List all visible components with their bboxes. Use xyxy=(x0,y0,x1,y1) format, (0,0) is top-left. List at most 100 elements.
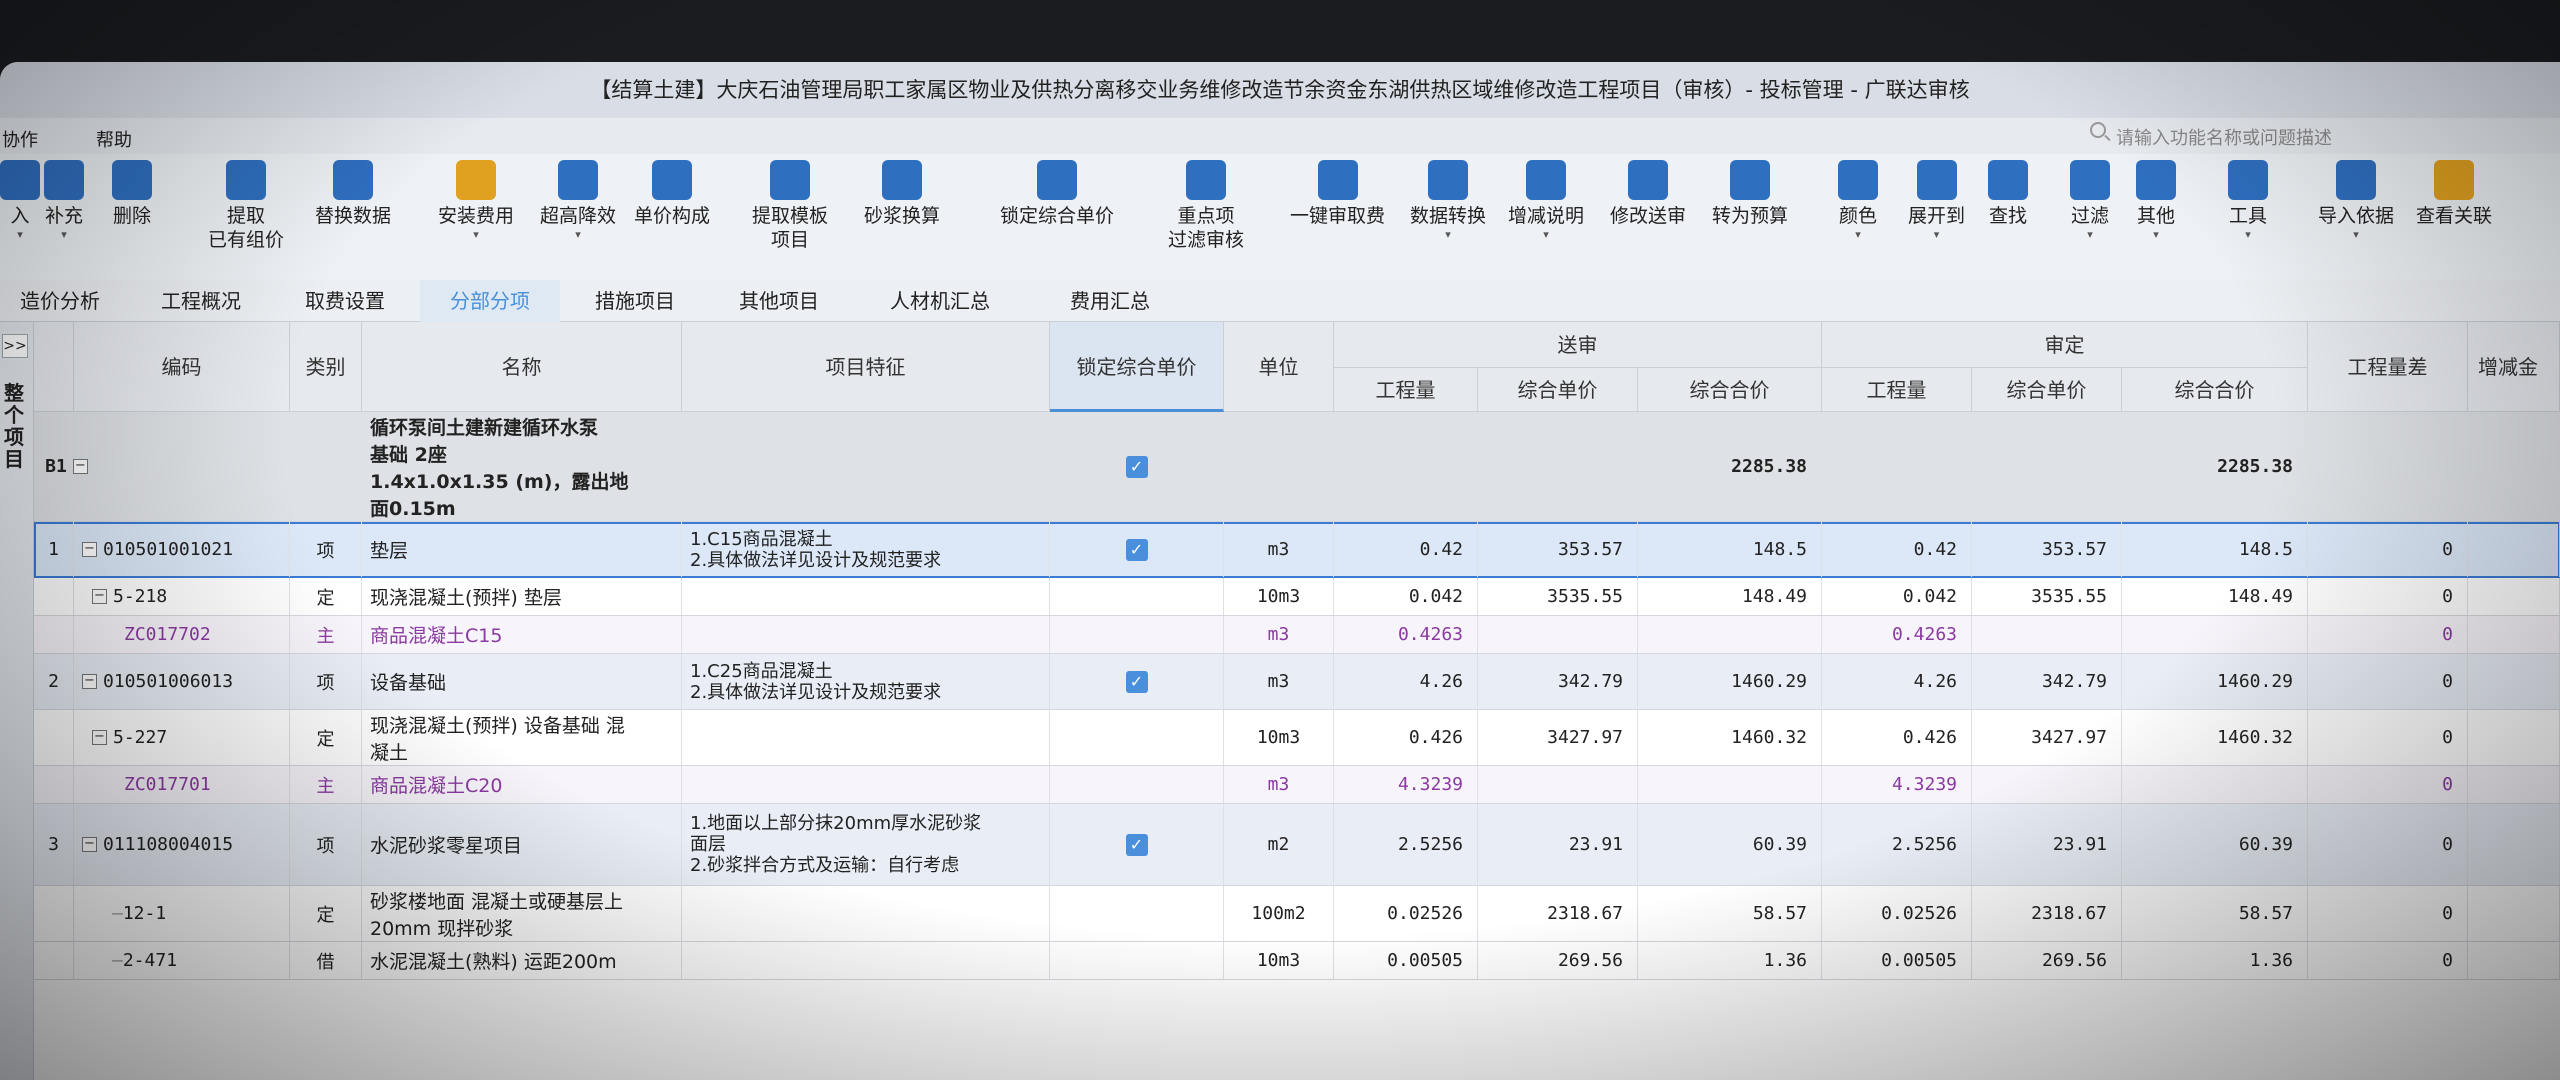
table-row[interactable]: ZC017702 主 商品混凝土C15 m3 0.4263 0.4263 0 xyxy=(34,616,2560,654)
cell-code[interactable]: — 12-1 xyxy=(74,886,290,941)
cell-code[interactable]: −010501006013 xyxy=(74,654,290,709)
tool-import-basis-button[interactable]: 导入依据 ▾ xyxy=(2318,160,2394,242)
cell-code[interactable]: ZC017702 xyxy=(74,616,290,653)
header-approved-total[interactable]: 综合合价 xyxy=(2122,368,2308,412)
chevron-down-icon[interactable]: ▾ xyxy=(1908,228,1965,242)
cell-name[interactable]: 水泥砂浆零星项目 xyxy=(362,804,682,885)
tool-install-fee-button[interactable]: 安装费用 ▾ xyxy=(438,160,514,242)
table-row[interactable]: 3 −011108004015 项 水泥砂浆零星项目 1.地面以上部分抹20mm厚水泥砂… xyxy=(34,804,2560,886)
tab-4[interactable]: 措施项目 xyxy=(570,280,700,322)
table-row[interactable]: B1− 循环泵间土建新建循环水泵 基础 2座 1.4x1.0x1.35 (m)，露… xyxy=(34,412,2560,522)
collapse-icon[interactable]: − xyxy=(82,542,97,557)
tool-to-budget-button[interactable]: 转为预算 xyxy=(1712,160,1788,228)
chevron-down-icon[interactable]: ▾ xyxy=(2318,228,2394,242)
checkbox-icon[interactable]: ✓ xyxy=(1125,833,1148,856)
tool-filter-button[interactable]: 过滤 ▾ xyxy=(2070,160,2110,242)
cell-lock[interactable]: ✓ xyxy=(1050,804,1224,885)
cell-name[interactable]: 商品混凝土C20 xyxy=(362,766,682,803)
tool-audit-fee-button[interactable]: 一键审取费 xyxy=(1290,160,1385,228)
table-row[interactable]: −5-227 定 现浇混凝土(预拌) 设备基础 混 凝土 10m3 0.426 3427.… xyxy=(34,710,2560,766)
cell-name[interactable]: 商品混凝土C15 xyxy=(362,616,682,653)
cell-name[interactable]: 垫层 xyxy=(362,522,682,577)
header-type[interactable]: 类别 xyxy=(290,322,362,412)
tab-0[interactable]: 造价分析 xyxy=(0,280,120,322)
tool-trash-button[interactable]: 删除 xyxy=(112,160,152,228)
cell-lock[interactable] xyxy=(1050,616,1224,653)
tool-expand-button[interactable]: 展开到 ▾ xyxy=(1908,160,1965,242)
collapse-icon[interactable]: − xyxy=(82,674,97,689)
tab-7[interactable]: 费用汇总 xyxy=(1040,280,1180,322)
header-unit[interactable]: 单位 xyxy=(1224,322,1334,412)
tool-supplement-button[interactable]: 补充 ▾ xyxy=(44,160,84,242)
cell-lock[interactable] xyxy=(1050,886,1224,941)
chevron-down-icon[interactable]: ▾ xyxy=(438,228,514,242)
checkbox-icon[interactable]: ✓ xyxy=(1125,538,1148,561)
chevron-down-icon[interactable]: ▾ xyxy=(2136,228,2176,242)
tool-data-convert-button[interactable]: 数据转换 ▾ xyxy=(1410,160,1486,242)
tool-color-button[interactable]: 颜色 ▾ xyxy=(1838,160,1878,242)
tab-6[interactable]: 人材机汇总 xyxy=(860,280,1020,322)
function-search[interactable]: 请输入功能名称或问题描述 xyxy=(2090,122,2520,150)
cell-code[interactable]: −010501001021 xyxy=(74,522,290,577)
tool-tools-button[interactable]: 工具 ▾ xyxy=(2228,160,2268,242)
header-qty-diff[interactable]: 工程量差 xyxy=(2308,322,2468,412)
cell-code[interactable]: −5-227 xyxy=(74,710,290,765)
tool-change-note-button[interactable]: 增减说明 ▾ xyxy=(1508,160,1584,242)
header-approved-price[interactable]: 综合单价 xyxy=(1972,368,2122,412)
expand-tree-button[interactable]: >> xyxy=(2,334,28,358)
tool-edit-submit-button[interactable]: 修改送审 xyxy=(1610,160,1686,228)
header-code[interactable]: 编码 xyxy=(74,322,290,412)
chevron-down-icon[interactable]: ▾ xyxy=(2070,228,2110,242)
cell-name[interactable]: 水泥混凝土(熟料) 运距200m xyxy=(362,942,682,979)
cell-lock[interactable] xyxy=(1050,710,1224,765)
cell-code[interactable]: −5-218 xyxy=(74,578,290,615)
cell-lock[interactable]: ✓ xyxy=(1050,522,1224,577)
collapse-icon[interactable]: − xyxy=(92,589,107,604)
header-approved-qty[interactable]: 工程量 xyxy=(1822,368,1972,412)
tool-height-button[interactable]: 超高降效 ▾ xyxy=(540,160,616,242)
cell-name[interactable]: 循环泵间土建新建循环水泵 基础 2座 1.4x1.0x1.35 (m)，露出地 … xyxy=(362,412,682,521)
cell-code[interactable]: −011108004015 xyxy=(74,804,290,885)
cell-code[interactable]: ZC017701 xyxy=(74,766,290,803)
header-name[interactable]: 名称 xyxy=(362,322,682,412)
collapse-icon[interactable]: − xyxy=(92,730,107,745)
chevron-down-icon[interactable]: ▾ xyxy=(44,228,84,242)
header-submitted-price[interactable]: 综合单价 xyxy=(1478,368,1638,412)
table-row[interactable]: — 12-1 定 砂浆楼地面 混凝土或硬基层上 20mm 现拌砂浆 100m2 0.02… xyxy=(34,886,2560,942)
header-submitted-total[interactable]: 综合合价 xyxy=(1638,368,1822,412)
cell-lock[interactable] xyxy=(1050,578,1224,615)
checkbox-icon[interactable]: ✓ xyxy=(1125,670,1148,693)
menu-help[interactable]: 帮助 xyxy=(96,126,132,152)
chevron-down-icon[interactable]: ▾ xyxy=(1508,228,1584,242)
cell-lock[interactable]: ✓ xyxy=(1050,412,1224,521)
table-row[interactable]: 2 −010501006013 项 设备基础 1.C25商品混凝土 2.具体做法详见设计… xyxy=(34,654,2560,710)
tool-insert-button[interactable]: 入 ▾ xyxy=(0,160,40,242)
tool-price-structure-button[interactable]: 单价构成 xyxy=(634,160,710,228)
chevron-down-icon[interactable]: ▾ xyxy=(2228,228,2268,242)
cell-lock[interactable] xyxy=(1050,942,1224,979)
cell-name[interactable]: 现浇混凝土(预拌) 垫层 xyxy=(362,578,682,615)
cell-name[interactable]: 现浇混凝土(预拌) 设备基础 混 凝土 xyxy=(362,710,682,765)
header-lock-price[interactable]: 锁定综合单价 xyxy=(1050,322,1224,412)
chevron-down-icon[interactable]: ▾ xyxy=(0,228,40,242)
cell-name[interactable]: 设备基础 xyxy=(362,654,682,709)
search-input[interactable]: 请输入功能名称或问题描述 xyxy=(2116,124,2332,150)
chevron-down-icon[interactable]: ▾ xyxy=(1838,228,1878,242)
header-features[interactable]: 项目特征 xyxy=(682,322,1050,412)
tool-mortar-button[interactable]: 砂浆换算 xyxy=(864,160,940,228)
chevron-down-icon[interactable]: ▾ xyxy=(540,228,616,242)
tool-extract-button[interactable]: 提取 已有组价 xyxy=(208,160,284,252)
cell-code[interactable]: — 2-471 xyxy=(74,942,290,979)
tool-view-relation-button[interactable]: 查看关联 xyxy=(2416,160,2492,228)
cell-name[interactable]: 砂浆楼地面 混凝土或硬基层上 20mm 现拌砂浆 xyxy=(362,886,682,941)
cell-code[interactable] xyxy=(74,412,290,521)
checkbox-icon[interactable]: ✓ xyxy=(1125,455,1148,478)
tool-filter-audit-button[interactable]: 重点项 过滤审核 xyxy=(1168,160,1244,252)
tool-other-button[interactable]: 其他 ▾ xyxy=(2136,160,2176,242)
tool-template-button[interactable]: 提取模板 项目 xyxy=(752,160,828,252)
chevron-down-icon[interactable]: ▾ xyxy=(1410,228,1486,242)
table-row[interactable]: ZC017701 主 商品混凝土C20 m3 4.3239 4.3239 0 xyxy=(34,766,2560,804)
menu-collaborate[interactable]: 协作 xyxy=(2,126,38,152)
tab-3[interactable]: 分部分项 xyxy=(420,280,560,322)
cell-lock[interactable] xyxy=(1050,766,1224,803)
